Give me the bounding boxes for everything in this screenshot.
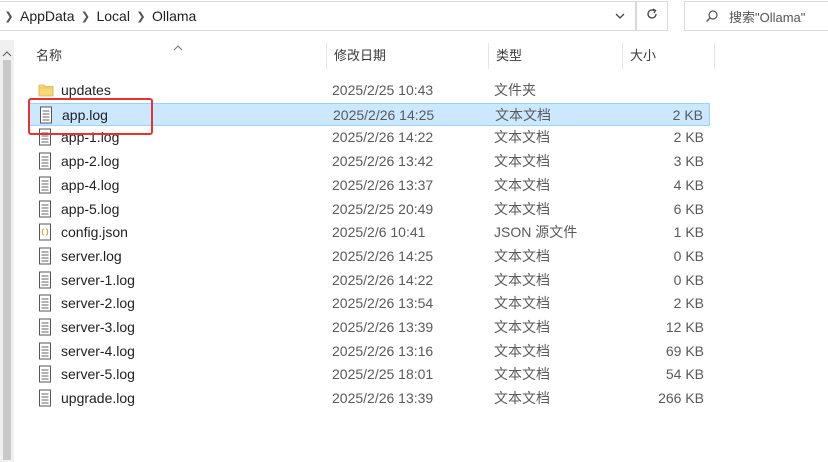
- file-date: 2025/2/25 10:43: [332, 82, 434, 98]
- file-type: 文本文档: [494, 153, 550, 169]
- file-type: 文本文档: [494, 177, 550, 193]
- file-type: 文本文档: [494, 390, 550, 406]
- column-name-header[interactable]: 名称: [28, 40, 326, 72]
- file-date: 2025/2/26 13:37: [332, 177, 434, 193]
- text-file-icon: [38, 271, 52, 290]
- json-file-icon: [38, 223, 52, 242]
- file-date: 2025/2/25 20:49: [332, 201, 434, 217]
- file-date: 2025/2/25 18:01: [332, 366, 434, 382]
- breadcrumb-ollama[interactable]: Ollama: [150, 8, 198, 24]
- file-name: server-3.log: [61, 319, 135, 335]
- file-size: 0 KB: [673, 248, 704, 264]
- file-date: 2025/2/26 14:22: [332, 129, 434, 145]
- file-type: 文本文档: [494, 319, 550, 335]
- address-bar[interactable]: ❯ AppData ❯ Local ❯ Ollama: [0, 1, 636, 31]
- file-size: 1 KB: [673, 224, 704, 240]
- file-date: 2025/2/26 14:25: [332, 248, 434, 264]
- search-placeholder: 搜索"Ollama": [729, 9, 806, 25]
- text-file-icon: [38, 176, 52, 195]
- file-type: 文本文档: [495, 107, 551, 123]
- text-file-icon: [38, 247, 52, 266]
- file-type: 文本文档: [494, 295, 550, 311]
- text-file-icon: [38, 318, 52, 337]
- file-name: app-2.log: [61, 153, 120, 169]
- file-row-server-4-log[interactable]: server-4.log 2025/2/26 13:16 文本文档 69 KB: [28, 340, 710, 363]
- scrollbar-thumb[interactable]: [3, 60, 11, 460]
- breadcrumb-appdata[interactable]: AppData: [18, 8, 76, 24]
- file-name: server-5.log: [61, 366, 135, 382]
- file-row-app-4-log[interactable]: app-4.log 2025/2/26 13:37 文本文档 4 KB: [28, 174, 710, 197]
- file-size: 6 KB: [673, 201, 704, 217]
- file-size: 4 KB: [673, 177, 704, 193]
- column-type-header[interactable]: 类型: [488, 40, 622, 72]
- file-type: 文本文档: [494, 201, 550, 217]
- chevron-right-icon[interactable]: ❯: [0, 10, 18, 23]
- file-name: app-4.log: [61, 177, 120, 193]
- file-name: config.json: [61, 224, 128, 240]
- file-row-app-2-log[interactable]: app-2.log 2025/2/26 13:42 文本文档 3 KB: [28, 150, 710, 173]
- search-box[interactable]: 搜索"Ollama": [684, 1, 828, 31]
- file-type: 文本文档: [494, 129, 550, 145]
- file-row-server-2-log[interactable]: server-2.log 2025/2/26 13:54 文本文档 2 KB: [28, 292, 710, 315]
- file-date: 2025/2/26 14:22: [332, 272, 434, 288]
- chevron-down-icon[interactable]: [613, 9, 627, 23]
- file-date: 2025/2/26 14:25: [333, 107, 435, 123]
- text-file-icon: [38, 152, 52, 171]
- file-date: 2025/2/26 13:39: [332, 390, 434, 406]
- refresh-icon: [645, 7, 659, 26]
- file-size: 12 KB: [665, 319, 704, 335]
- file-date: 2025/2/26 13:16: [332, 343, 434, 359]
- file-date: 2025/2/26 13:42: [332, 153, 434, 169]
- file-row-server-3-log[interactable]: server-3.log 2025/2/26 13:39 文本文档 12 KB: [28, 316, 710, 339]
- file-size: 2 KB: [673, 129, 704, 145]
- file-size: 266 KB: [658, 390, 704, 406]
- file-row-server-1-log[interactable]: server-1.log 2025/2/26 14:22 文本文档 0 KB: [28, 269, 710, 292]
- file-name: upgrade.log: [61, 390, 135, 406]
- vertical-scrollbar[interactable]: [0, 40, 14, 462]
- file-date: 2025/2/26 13:39: [332, 319, 434, 335]
- file-name: server-4.log: [61, 343, 135, 359]
- breadcrumb-local[interactable]: Local: [94, 8, 131, 24]
- file-row-app-5-log[interactable]: app-5.log 2025/2/25 20:49 文本文档 6 KB: [28, 198, 710, 221]
- file-type: 文件夹: [494, 82, 536, 98]
- column-divider[interactable]: [714, 43, 715, 69]
- column-header: 名称 修改日期 类型 大小: [28, 40, 728, 72]
- text-file-icon: [38, 294, 52, 313]
- file-date: 2025/2/26 13:54: [332, 295, 434, 311]
- file-row-config-json[interactable]: config.json 2025/2/6 10:41 JSON 源文件 1 KB: [28, 221, 710, 244]
- annotation-highlight-box: [28, 98, 153, 135]
- file-row-upgrade-log[interactable]: upgrade.log 2025/2/26 13:39 文本文档 266 KB: [28, 387, 710, 410]
- file-name: server-1.log: [61, 272, 135, 288]
- text-file-icon: [38, 365, 52, 384]
- file-row-server-log[interactable]: server.log 2025/2/26 14:25 文本文档 0 KB: [28, 245, 710, 268]
- chevron-right-icon[interactable]: ❯: [132, 10, 150, 23]
- file-name: server.log: [61, 248, 122, 264]
- search-icon: [706, 10, 718, 22]
- text-file-icon: [38, 342, 52, 361]
- file-size: 2 KB: [673, 295, 704, 311]
- file-type: 文本文档: [494, 343, 550, 359]
- chevron-right-icon[interactable]: ❯: [76, 10, 94, 23]
- file-date: 2025/2/6 10:41: [332, 224, 426, 240]
- column-date-header[interactable]: 修改日期: [326, 40, 488, 72]
- file-type: 文本文档: [494, 366, 550, 382]
- column-size-header[interactable]: 大小: [622, 40, 714, 72]
- text-file-icon: [38, 200, 52, 219]
- file-name: app-5.log: [61, 201, 120, 217]
- file-size: 54 KB: [665, 366, 704, 382]
- file-size: 3 KB: [673, 153, 704, 169]
- file-type: JSON 源文件: [494, 224, 578, 240]
- file-type: 文本文档: [494, 248, 550, 264]
- file-size: 2 KB: [672, 107, 703, 123]
- file-size: 69 KB: [665, 343, 704, 359]
- file-size: 0 KB: [673, 272, 704, 288]
- text-file-icon: [38, 389, 52, 408]
- file-type: 文本文档: [494, 272, 550, 288]
- file-row-server-5-log[interactable]: server-5.log 2025/2/25 18:01 文本文档 54 KB: [28, 363, 710, 386]
- file-name: server-2.log: [61, 295, 135, 311]
- refresh-button[interactable]: [636, 1, 668, 31]
- navigation-bar: ❯ AppData ❯ Local ❯ Ollama 搜索"Ollama": [0, 0, 828, 33]
